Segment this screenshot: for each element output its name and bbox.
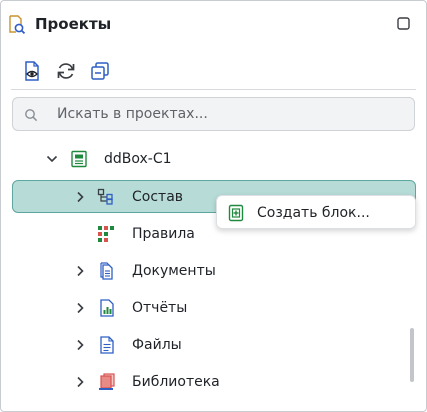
search-input[interactable] bbox=[57, 98, 397, 130]
chevron-right-icon[interactable] bbox=[74, 339, 86, 351]
tree-root-ddbox[interactable]: ddBox-C1 bbox=[12, 143, 416, 175]
tree-item-library[interactable]: Библиотека bbox=[12, 366, 416, 398]
reports-icon bbox=[100, 299, 114, 317]
collapse-all-icon[interactable] bbox=[89, 60, 111, 82]
refresh-icon[interactable] bbox=[55, 60, 77, 82]
tree-item-documents[interactable]: Документы bbox=[12, 255, 416, 287]
panel-title: Проекты bbox=[35, 15, 112, 33]
tree-root-label: ddBox-C1 bbox=[104, 151, 172, 167]
document-eye-icon[interactable] bbox=[21, 60, 43, 82]
chevron-down-icon[interactable] bbox=[46, 153, 58, 165]
rules-icon bbox=[98, 226, 114, 242]
documents-icon bbox=[100, 262, 113, 280]
projects-panel: Проекты Искать в проектах... ddBox-C1 Со… bbox=[0, 0, 427, 412]
chevron-right-icon[interactable] bbox=[74, 376, 86, 388]
tree-item-label: Отчёты bbox=[132, 300, 188, 316]
tree-item-label: Документы bbox=[132, 263, 216, 279]
files-icon bbox=[100, 336, 114, 354]
create-block-icon bbox=[228, 204, 244, 222]
tree-item-files[interactable]: Файлы bbox=[12, 329, 416, 361]
structure-icon bbox=[97, 188, 113, 205]
device-icon bbox=[71, 150, 87, 168]
tree-item-reports[interactable]: Отчёты bbox=[12, 292, 416, 324]
library-icon bbox=[99, 373, 115, 390]
tree-item-label: Библиотека bbox=[132, 374, 220, 390]
context-menu-create-block[interactable]: Создать блок... bbox=[216, 195, 416, 229]
tree-item-label: Состав bbox=[132, 189, 184, 205]
tree-item-label: Правила bbox=[132, 226, 195, 242]
vertical-scrollbar[interactable] bbox=[410, 328, 414, 382]
chevron-right-icon[interactable] bbox=[74, 191, 86, 203]
tree-item-label: Файлы bbox=[132, 337, 182, 353]
search-icon bbox=[25, 109, 38, 122]
maximize-icon[interactable] bbox=[397, 17, 410, 30]
project-search-icon bbox=[9, 15, 26, 34]
chevron-right-icon[interactable] bbox=[74, 265, 86, 277]
chevron-right-icon[interactable] bbox=[74, 302, 86, 314]
search-box[interactable] bbox=[12, 97, 415, 131]
context-menu-label: Создать блок... bbox=[257, 205, 370, 221]
toolbar-divider bbox=[11, 89, 416, 90]
